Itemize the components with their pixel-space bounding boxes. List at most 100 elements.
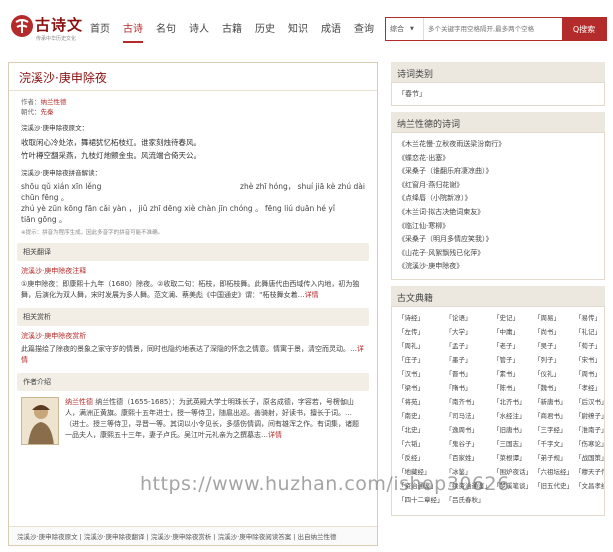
nav-lookup[interactable]: 查询	[354, 20, 374, 43]
nav-poems[interactable]: 古诗	[123, 20, 143, 43]
book-link[interactable]: 「商君书」	[534, 410, 573, 420]
book-link[interactable]: 「北齐书」	[493, 396, 532, 406]
author-more-link[interactable]: 详情	[268, 431, 282, 439]
book-link[interactable]: 「梦溪笔谈」	[493, 480, 532, 490]
book-link[interactable]: 「诗经」	[398, 312, 444, 322]
book-link[interactable]: 「宋书」	[575, 354, 604, 364]
author-link[interactable]: 纳兰性德	[41, 98, 67, 106]
book-link[interactable]: 「大学」	[446, 326, 492, 336]
book-link[interactable]: 「后汉书」	[575, 396, 604, 406]
book-link[interactable]: 「新唐书」	[534, 396, 573, 406]
appreciation-link[interactable]: 浣溪沙·庚申除夜赏析	[9, 326, 377, 341]
book-link[interactable]: 「冰鉴」	[446, 466, 492, 476]
list-item[interactable]: 《山花子·风絮飘残已化萍》	[398, 247, 598, 261]
book-link[interactable]: 「淮南子」	[575, 424, 604, 434]
book-link[interactable]: 「六韬」	[398, 438, 444, 448]
book-link[interactable]: 「资治通鉴」	[398, 480, 444, 490]
book-link[interactable]: 「史记」	[493, 312, 532, 322]
list-item[interactable]: 《蝶恋花·出塞》	[398, 152, 598, 166]
book-link[interactable]: 「文昌孝经」	[575, 480, 604, 490]
book-link[interactable]: 「穆天子传」	[575, 466, 604, 476]
nav-history[interactable]: 历史	[255, 20, 275, 43]
list-item[interactable]: 《采桑子（谁翻乐府凄凉曲）》	[398, 165, 598, 179]
book-link[interactable]: 「素书」	[493, 368, 532, 378]
book-link[interactable]: 「隋书」	[446, 382, 492, 392]
book-link[interactable]: 「伤寒论」	[575, 438, 604, 448]
related-links-bar[interactable]: 浣溪沙·庚申除夜原文 | 浣溪沙·庚申除夜翻译 | 浣溪沙·庚申除夜赏析 | 浣…	[9, 526, 377, 545]
book-link[interactable]: 「北史」	[398, 424, 444, 434]
book-link[interactable]: 「围炉夜话」	[493, 466, 532, 476]
book-link[interactable]: 「旧五代史」	[534, 480, 573, 490]
book-link[interactable]: 「梁书」	[398, 382, 444, 392]
category-tag[interactable]: 「春节」	[398, 88, 426, 100]
nav-poets[interactable]: 诗人	[189, 20, 209, 43]
book-link[interactable]: 「旧唐书」	[493, 424, 532, 434]
translation-link[interactable]: 浣溪沙·庚申除夜注释	[9, 261, 377, 276]
book-link[interactable]: 「菜根谭」	[493, 452, 532, 462]
book-link[interactable]: 「庄子」	[398, 354, 444, 364]
book-link[interactable]: 「中庸」	[493, 326, 532, 336]
book-link[interactable]: 「六祖坛经」	[534, 466, 573, 476]
book-link[interactable]: 「三国志」	[493, 438, 532, 448]
site-logo[interactable]: 古诗文 传承中华历史文化	[10, 12, 82, 46]
book-link[interactable]: 「易传」	[575, 312, 604, 322]
book-link[interactable]: 「老子」	[493, 340, 532, 350]
list-item[interactable]: 《临江仙·寒柳》	[398, 220, 598, 234]
book-link[interactable]: 「逸周书」	[446, 424, 492, 434]
book-link[interactable]: 「尉缭子」	[575, 410, 604, 420]
translation-more-link[interactable]: 详情	[305, 291, 319, 299]
book-link[interactable]: 「地藏经」	[398, 466, 444, 476]
book-link[interactable]: 「反经」	[398, 452, 444, 462]
book-link[interactable]: 「左传」	[398, 326, 444, 336]
book-link[interactable]: 「吕氏春秋」	[446, 494, 492, 504]
book-link[interactable]: 「鬼谷子」	[446, 438, 492, 448]
book-link[interactable]: 「晋书」	[446, 368, 492, 378]
book-link[interactable]: 「礼记」	[575, 326, 604, 336]
list-item[interactable]: 《采桑子（明月多情应笑我）》	[398, 233, 598, 247]
nav-classics[interactable]: 古籍	[222, 20, 242, 43]
book-link[interactable]: 「将苑」	[398, 396, 444, 406]
book-link[interactable]: 「仪礼」	[534, 368, 573, 378]
book-link[interactable]: 「四十二章经」	[398, 494, 444, 504]
list-item[interactable]: 《浣溪沙·庚申除夜》	[398, 260, 598, 274]
book-link[interactable]: 「孟子」	[446, 340, 492, 350]
book-link[interactable]: 「司马法」	[446, 410, 492, 420]
author-name-link[interactable]: 纳兰性德	[65, 398, 93, 406]
book-link[interactable]: 「墨子」	[446, 354, 492, 364]
nav-knowledge[interactable]: 知识	[288, 20, 308, 43]
list-item[interactable]: 《点绛唇（小院新凉）》	[398, 192, 598, 206]
search-type-select[interactable]: 综合 ▼	[386, 18, 424, 40]
book-link[interactable]: 「百家姓」	[446, 452, 492, 462]
book-link[interactable]: 「陈书」	[493, 382, 532, 392]
dynasty-link[interactable]: 先秦	[41, 108, 54, 116]
book-link[interactable]: 「孝经」	[575, 382, 604, 392]
nav-quotes[interactable]: 名句	[156, 20, 176, 43]
book-link[interactable]: 「千字文」	[534, 438, 573, 448]
book-link[interactable]: 「周易」	[534, 312, 573, 322]
book-link[interactable]: 「荀子」	[575, 340, 604, 350]
book-link[interactable]: 「南齐书」	[446, 396, 492, 406]
books-grid: 「诗经」 「论语」 「史记」 「周易」 「易传」「左传」 「大学」 「中庸」 「尚书」 「礼记」…	[398, 312, 604, 504]
search-button[interactable]: Q搜索	[562, 18, 606, 40]
list-item[interactable]: 《红窗月·燕归花谢》	[398, 179, 598, 193]
book-link[interactable]: 「管子」	[493, 354, 532, 364]
list-item[interactable]: 《木兰词·拟古决绝词柬友》	[398, 206, 598, 220]
book-link[interactable]: 「水经注」	[493, 410, 532, 420]
nav-home[interactable]: 首页	[90, 20, 110, 43]
book-link[interactable]: 「周礼」	[398, 340, 444, 350]
book-link[interactable]: 「论语」	[446, 312, 492, 322]
list-item[interactable]: 《木兰花慢·立秋夜雨送梁汾南行》	[398, 138, 598, 152]
book-link[interactable]: 「战国策」	[575, 452, 604, 462]
book-link[interactable]: 「尚书」	[534, 326, 573, 336]
book-link[interactable]: 「魏书」	[534, 382, 573, 392]
book-link[interactable]: 「弟子规」	[534, 452, 573, 462]
book-link[interactable]: 「续资治通鉴」	[446, 480, 492, 490]
nav-idioms[interactable]: 成语	[321, 20, 341, 43]
book-link[interactable]: 「汉书」	[398, 368, 444, 378]
book-link[interactable]: 「三字经」	[534, 424, 573, 434]
book-link[interactable]: 「吴子」	[534, 340, 573, 350]
book-link[interactable]: 「周书」	[575, 368, 604, 378]
search-input[interactable]	[424, 18, 562, 40]
book-link[interactable]: 「列子」	[534, 354, 573, 364]
book-link[interactable]: 「南史」	[398, 410, 444, 420]
